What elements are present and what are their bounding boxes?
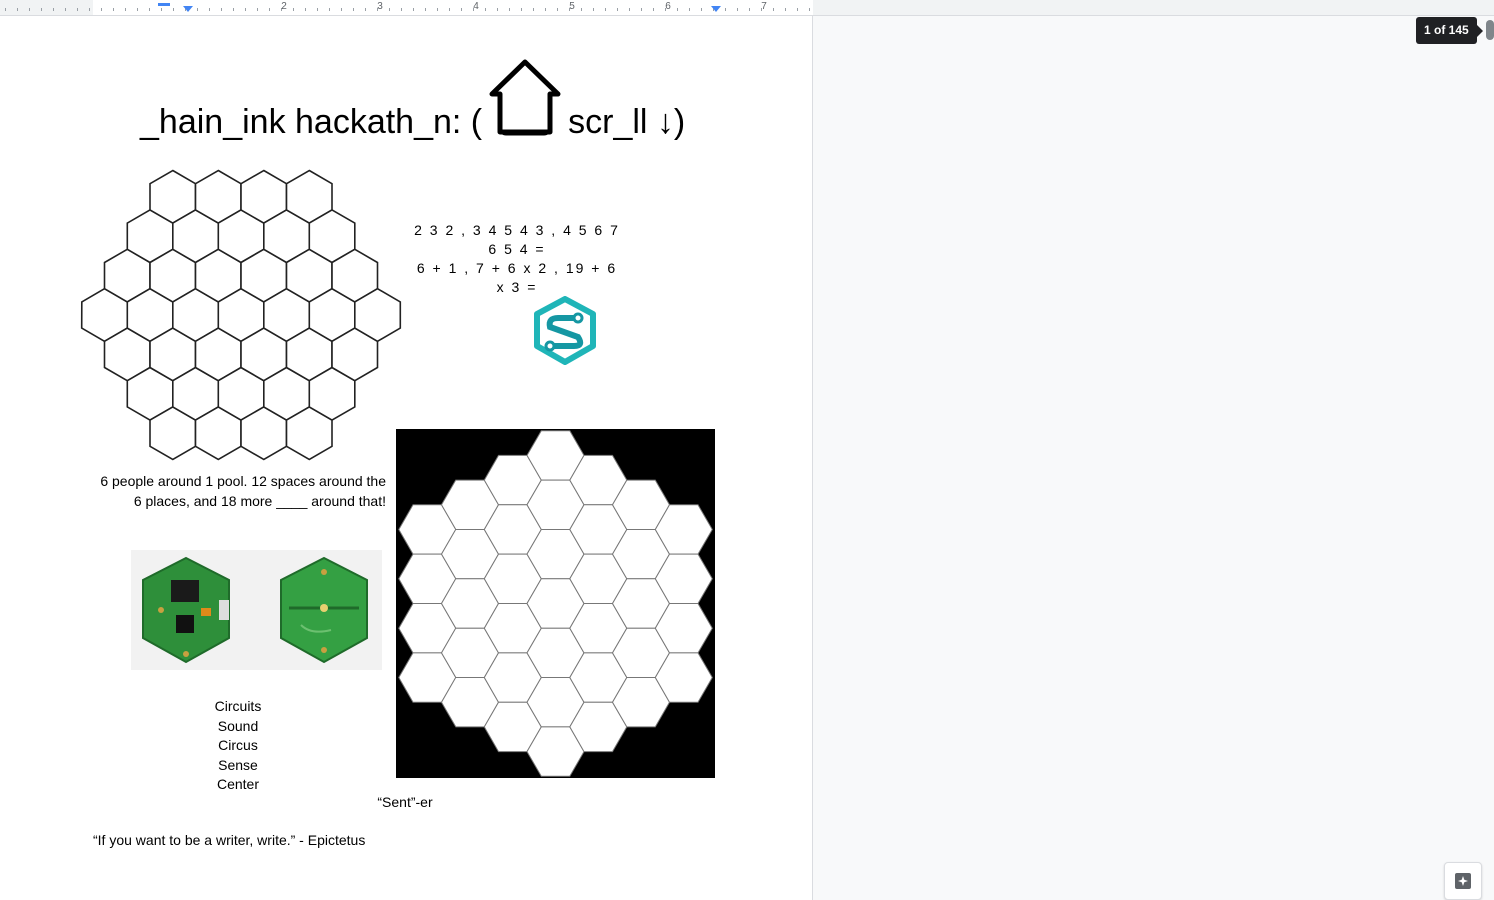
ruler-tick (545, 8, 546, 11)
ruler-tick (425, 8, 426, 11)
hexagon-grid-svg (398, 430, 713, 777)
ruler-tick (605, 8, 606, 11)
word-item: Sense (218, 756, 258, 773)
ruler-tick (77, 8, 78, 11)
pool-caption: 6 people around 1 pool. 12 spaces around… (100, 473, 386, 509)
ruler-tick (233, 8, 234, 11)
word-item: Circus (218, 737, 258, 753)
sequence-line-2: 6 + 1 , 7 + 6 x 2 , 19 + 6 x 3 = (416, 260, 618, 295)
ruler-tick (497, 8, 498, 11)
hexagon-cluster-diagram (80, 169, 402, 461)
s-circuit-logo (530, 296, 600, 366)
ruler-number: 4 (473, 1, 479, 12)
first-line-indent-marker[interactable] (158, 3, 170, 6)
ruler-tick (581, 8, 582, 11)
ruler-tick (653, 8, 654, 11)
quote-text: “If you want to be a writer, write.” - E… (93, 832, 366, 848)
ruler-tick (341, 8, 342, 11)
document-page[interactable]: _hain_ink hackath_n: ( scr_ll ↓) 2 3 2 ,… (0, 16, 813, 900)
ruler-tick (557, 8, 558, 11)
right-indent-marker[interactable] (711, 6, 721, 12)
ruler-tick (461, 8, 462, 11)
ruler-tick (197, 8, 198, 11)
page-count-badge: 1 of 145 (1416, 17, 1483, 44)
ruler-tick (53, 8, 54, 11)
ruler-number: 6 (665, 1, 671, 12)
ruler-tick (677, 8, 678, 11)
ruler-tick (449, 8, 450, 11)
ruler-tick (401, 8, 402, 11)
ruler-tick (65, 8, 66, 11)
ruler-tick (437, 8, 438, 11)
sequence-line-1: 2 3 2 , 3 4 5 4 3 , 4 5 6 7 6 5 4 = (414, 222, 620, 257)
explore-sparkle-icon (1455, 873, 1471, 889)
house-outline-icon (488, 58, 562, 136)
horizontal-ruler[interactable]: 2 3 4 5 6 7 (0, 0, 1494, 16)
ruler-tick (413, 8, 414, 11)
ruler-tick (749, 8, 750, 11)
ruler-tick (245, 8, 246, 11)
ruler-tick (809, 8, 810, 11)
hexagon-grid-image (396, 429, 715, 778)
ruler-tick (533, 8, 534, 11)
ruler-tick (293, 8, 294, 11)
ruler-tick (137, 8, 138, 11)
ruler-tick (209, 8, 210, 11)
ruler-tick (629, 8, 630, 11)
hexagon-circuit-boards-photo (131, 550, 382, 670)
explore-button[interactable] (1444, 862, 1482, 900)
ruler-tick (353, 8, 354, 11)
ruler-number: 5 (569, 1, 575, 12)
word-list: Circuits Sound Circus Sense Center (188, 697, 288, 795)
ruler-tick (737, 8, 738, 11)
ruler-tick (29, 8, 30, 11)
ruler-tick (161, 8, 162, 11)
ruler-tick (17, 8, 18, 11)
ruler-tick (797, 8, 798, 11)
title-right-text: scr_ll ↓) (568, 103, 686, 141)
ruler-tick (617, 8, 618, 11)
ruler-tick (365, 8, 366, 11)
word-item: Center (216, 776, 260, 792)
ruler-tick (593, 8, 594, 11)
ruler-tick (173, 8, 174, 11)
ruler-tick (101, 8, 102, 11)
ruler-tick (509, 8, 510, 11)
ruler-tick (389, 8, 390, 11)
title-left-text: _hain_ink hackath_n: ( (140, 103, 483, 141)
ruler-number: 2 (281, 1, 287, 12)
ruler-tick (689, 8, 690, 11)
ruler-tick (125, 8, 126, 11)
ruler-tick (485, 8, 486, 11)
ruler-page-band (93, 0, 813, 15)
ruler-tick (305, 8, 306, 11)
ruler-tick (317, 8, 318, 11)
number-sequence: 2 3 2 , 3 4 5 4 3 , 4 5 6 7 6 5 4 = 6 + … (410, 221, 624, 297)
ruler-tick (221, 8, 222, 11)
word-item: Circuits (214, 698, 262, 714)
grid-caption: “Sent”-er (377, 794, 433, 810)
ruler-number: 7 (761, 1, 767, 12)
word-item: Sound (217, 717, 259, 734)
ruler-tick (113, 8, 114, 11)
ruler-tick (641, 8, 642, 11)
ruler-tick (5, 8, 6, 11)
ruler-tick (41, 8, 42, 11)
ruler-tick (89, 8, 90, 11)
ruler-tick (773, 8, 774, 11)
ruler-tick (329, 8, 330, 11)
ruler-tick (257, 8, 258, 11)
ruler-tick (701, 8, 702, 11)
ruler-tick (521, 8, 522, 11)
ruler-number: 3 (377, 1, 383, 12)
ruler-tick (269, 8, 270, 11)
page-title: _hain_ink hackath_n: ( scr_ll ↓) (140, 59, 686, 142)
ruler-tick (725, 8, 726, 11)
left-indent-marker[interactable] (183, 6, 193, 12)
ruler-tick (149, 8, 150, 11)
scrollbar-thumb[interactable] (1486, 20, 1494, 40)
ruler-tick (785, 8, 786, 11)
